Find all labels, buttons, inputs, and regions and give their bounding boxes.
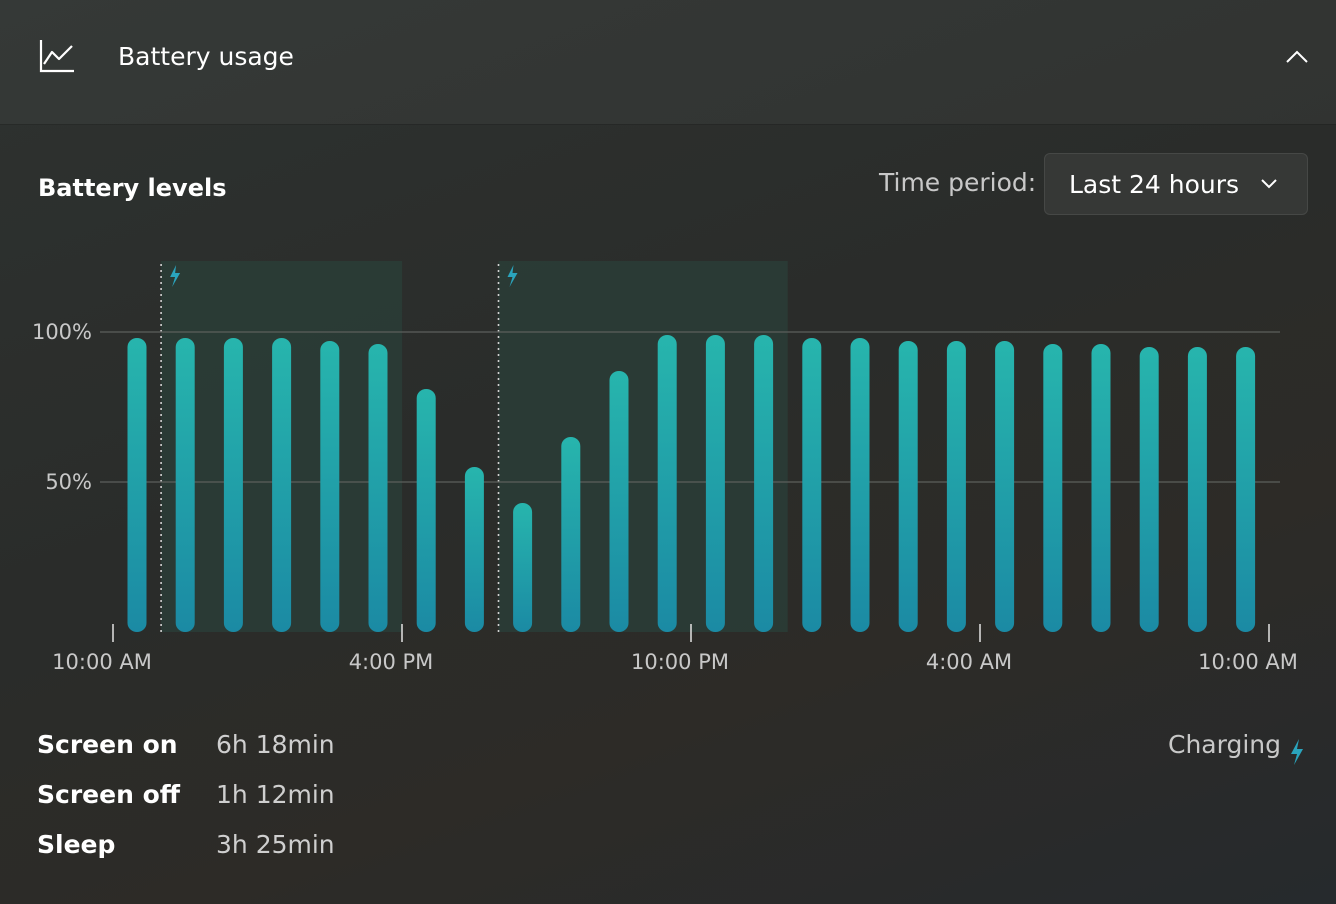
battery-bar	[320, 341, 340, 632]
screen-off-value: 1h 12min	[216, 780, 335, 809]
time-period-value: Last 24 hours	[1069, 170, 1240, 199]
battery-bar	[995, 341, 1015, 632]
battery-bar	[416, 389, 436, 632]
chevron-up-icon[interactable]	[1278, 40, 1316, 74]
battery-bar	[754, 335, 774, 632]
battery-bar	[464, 467, 484, 632]
sleep-label: Sleep	[37, 830, 116, 859]
battery-bar	[609, 371, 629, 632]
screen-on-value: 6h 18min	[216, 730, 335, 759]
battery-bar	[175, 338, 195, 632]
charging-period-shade	[498, 261, 788, 632]
time-period-dropdown[interactable]: Last 24 hours	[1044, 153, 1308, 215]
battery-bar	[1236, 347, 1256, 632]
header-title: Battery usage	[118, 42, 294, 71]
time-period-label: Time period:	[879, 168, 1037, 197]
chevron-down-icon	[1261, 179, 1277, 189]
screen-on-label: Screen on	[37, 730, 178, 759]
battery-bar	[1187, 347, 1207, 632]
battery-bar	[561, 437, 581, 632]
battery-bar	[223, 338, 243, 632]
battery-level-chart: 100% 50% 10:00 AM 4:00 PM 10:00 PM 4:00 AM 10:…	[32, 261, 1298, 674]
battery-bar	[705, 335, 725, 632]
charging-bolt-icon	[1291, 739, 1303, 765]
battery-bar	[850, 338, 870, 632]
battery-bar	[368, 344, 388, 632]
battery-bar	[1091, 344, 1111, 632]
charging-legend-label: Charging	[1168, 730, 1281, 759]
battery-bar	[272, 338, 292, 632]
x-tick-label: 4:00 PM	[349, 650, 434, 674]
battery-bar	[898, 341, 918, 632]
line-chart-icon	[39, 40, 74, 73]
sleep-value: 3h 25min	[216, 830, 335, 859]
section-title: Battery levels	[38, 174, 227, 202]
battery-bar	[657, 335, 677, 632]
y-tick-label: 50%	[45, 470, 92, 494]
battery-bar	[127, 338, 147, 632]
battery-bar	[802, 338, 822, 632]
x-tick-label: 10:00 AM	[52, 650, 152, 674]
x-tick-label: 4:00 AM	[926, 650, 1012, 674]
x-tick-label: 10:00 PM	[631, 650, 729, 674]
battery-bar	[946, 341, 966, 632]
x-tick-label: 10:00 AM	[1198, 650, 1298, 674]
battery-usage-header[interactable]: Battery usage	[0, 0, 1336, 125]
y-tick-label: 100%	[32, 320, 92, 344]
battery-bar	[513, 503, 533, 632]
screen-off-label: Screen off	[37, 780, 180, 809]
battery-bar	[1043, 344, 1063, 632]
battery-bar	[1139, 347, 1159, 632]
